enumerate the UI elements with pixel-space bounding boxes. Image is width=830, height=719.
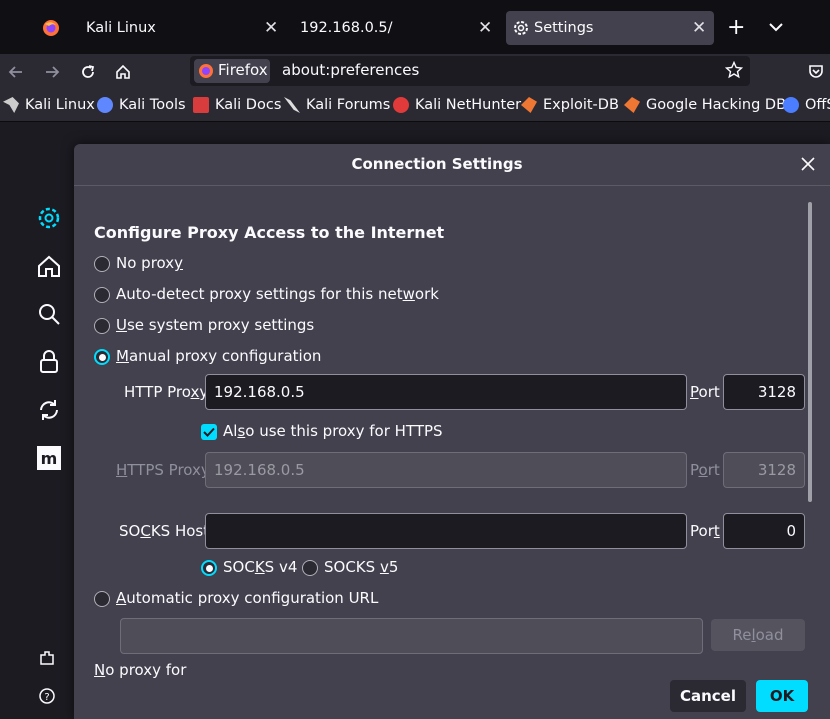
bookmark-kali-docs[interactable]: Kali Docs	[193, 97, 281, 113]
tab-strip: Kali Linux ✕ 192.168.0.5/ ✕ Settings ✕ +	[0, 0, 830, 54]
chevron-down-icon[interactable]	[768, 18, 784, 37]
close-icon[interactable]: ✕	[264, 18, 278, 38]
http-proxy-label: HTTP Proxy	[124, 383, 209, 401]
ghdb-icon	[624, 97, 640, 113]
section-heading: Configure Proxy Access to the Internet	[94, 223, 445, 242]
firefox-icon[interactable]	[42, 19, 60, 37]
https-proxy-label: HTTPS Proxy	[116, 461, 210, 479]
auto-config-url-input	[120, 618, 703, 654]
https-proxy-input: 192.168.0.5	[205, 452, 687, 488]
lock-icon[interactable]	[36, 349, 62, 375]
auto-config-label[interactable]: Automatic proxy configuration URL	[116, 589, 378, 607]
tab-settings[interactable]: Settings ✕	[506, 11, 714, 45]
svg-text:?: ?	[44, 692, 49, 703]
dialog-title: Connection Settings	[351, 155, 523, 173]
also-https-label[interactable]: Also use this proxy for HTTPS	[223, 422, 443, 440]
pocket-icon[interactable]	[804, 60, 828, 84]
forward-icon[interactable]	[40, 60, 64, 84]
connection-settings-dialog: Connection Settings Configure Proxy Acce…	[74, 144, 830, 719]
gear-icon	[512, 19, 530, 37]
manual-proxy-label[interactable]: Manual proxy configuration	[116, 347, 321, 365]
socks-v4-radio[interactable]	[201, 560, 217, 576]
socks-v5-label[interactable]: SOCKS v5	[324, 558, 398, 576]
socks-port-input[interactable]: 0	[723, 513, 805, 549]
bookmark-label: Kali Tools	[119, 97, 186, 113]
bookmarks-bar: Kali Linux Kali Tools Kali Docs Kali For…	[0, 90, 830, 122]
system-proxy-label[interactable]: Use system proxy settings	[116, 316, 314, 334]
nethunter-icon	[393, 97, 409, 113]
cancel-button[interactable]: Cancel	[670, 680, 746, 712]
close-icon[interactable]: ✕	[478, 18, 492, 38]
tab-ip[interactable]: 192.168.0.5/ ✕	[290, 11, 502, 45]
auto-detect-label[interactable]: Auto-detect proxy settings for this netw…	[116, 285, 439, 303]
title-separator	[74, 185, 830, 186]
auto-detect-radio[interactable]	[94, 287, 110, 303]
nav-bar: Firefox about:preferences	[0, 54, 830, 90]
tab-label: Kali Linux	[86, 20, 156, 36]
socks-host-label: SOCKS Host	[119, 522, 210, 540]
back-icon[interactable]	[4, 60, 28, 84]
no-proxy-label[interactable]: No proxy	[116, 254, 183, 272]
system-proxy-radio[interactable]	[94, 318, 110, 334]
firefox-icon	[198, 63, 214, 79]
http-port-input[interactable]: 3128	[723, 374, 805, 410]
identity-label: Firefox	[218, 61, 268, 79]
url-bar[interactable]: Firefox about:preferences	[190, 56, 750, 86]
no-proxy-radio[interactable]	[94, 256, 110, 272]
kali-tools-icon	[97, 97, 113, 113]
reload-icon[interactable]	[76, 60, 100, 84]
bookmark-label: Kali Forums	[306, 97, 391, 113]
http-port-label: Port	[690, 383, 720, 401]
bookmark-label: Kali Linux	[25, 97, 95, 113]
bookmark-kali-linux[interactable]: Kali Linux	[3, 97, 95, 113]
ok-button[interactable]: OK	[756, 680, 808, 712]
kali-forums-icon	[284, 97, 300, 113]
bookmark-label: OffS	[805, 97, 830, 113]
bookmark-label: Exploit-DB	[543, 97, 619, 113]
new-tab-icon[interactable]: +	[727, 15, 745, 40]
also-https-checkbox[interactable]	[201, 424, 217, 440]
tab-label: Settings	[534, 20, 594, 36]
close-icon[interactable]: ✕	[692, 18, 706, 38]
auto-config-radio[interactable]	[94, 591, 110, 607]
exploit-db-icon	[521, 97, 537, 113]
https-port-label: Port	[690, 461, 720, 479]
bookmark-kali-nethunter[interactable]: Kali NetHunter	[393, 97, 521, 113]
gear-icon[interactable]	[36, 205, 62, 231]
kali-docs-icon	[193, 97, 209, 113]
sync-icon[interactable]	[36, 397, 62, 423]
socks-host-input[interactable]	[205, 513, 687, 549]
manual-proxy-radio[interactable]	[94, 349, 110, 365]
mozilla-icon[interactable]: m	[36, 445, 62, 471]
bookmark-ghdb[interactable]: Google Hacking DB	[624, 97, 786, 113]
bookmark-kali-forums[interactable]: Kali Forums	[284, 97, 390, 113]
bookmark-label: Kali Docs	[215, 97, 282, 113]
url-text: about:preferences	[282, 61, 420, 79]
no-proxy-for-label: No proxy for	[94, 661, 187, 679]
socks-v5-radio[interactable]	[302, 560, 318, 576]
tab-kali-linux[interactable]: Kali Linux ✕	[74, 11, 292, 45]
bookmark-kali-tools[interactable]: Kali Tools	[97, 97, 186, 113]
home-icon[interactable]	[111, 60, 135, 84]
https-port-input: 3128	[723, 452, 805, 488]
offsec-icon	[783, 97, 799, 113]
bookmark-label: Kali NetHunter	[415, 97, 522, 113]
close-icon[interactable]	[800, 156, 816, 176]
socks-port-label: Port	[690, 522, 720, 540]
bookmark-label: Google Hacking DB	[646, 97, 787, 113]
home-icon[interactable]	[36, 253, 62, 279]
svg-text:m: m	[41, 449, 58, 468]
http-proxy-input[interactable]: 192.168.0.5	[205, 374, 687, 410]
extensions-icon[interactable]	[38, 649, 56, 671]
tab-label: 192.168.0.5/	[300, 20, 393, 36]
search-icon[interactable]	[36, 301, 62, 327]
reload-button: Re l oad	[711, 619, 805, 651]
bookmark-exploit-db[interactable]: Exploit-DB	[521, 97, 619, 113]
scrollbar[interactable]	[808, 202, 812, 502]
socks-v4-label[interactable]: SOCKS v4	[223, 558, 297, 576]
star-icon[interactable]	[724, 60, 744, 83]
kali-dragon-icon	[3, 97, 19, 113]
bookmark-offsec[interactable]: OffS	[783, 97, 830, 113]
help-icon[interactable]: ?	[38, 687, 56, 709]
